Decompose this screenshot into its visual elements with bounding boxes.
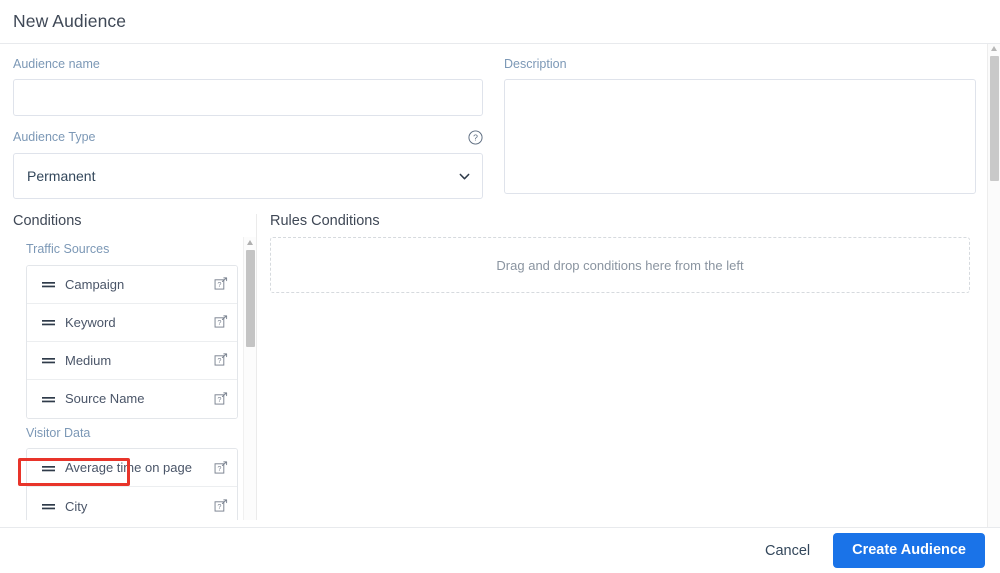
rules-conditions-panel: Rules Conditions Drag and drop condition… xyxy=(270,212,986,521)
drag-handle-icon[interactable] xyxy=(42,355,55,365)
dialog-body: Audience name Audience Type ? Permanent … xyxy=(0,44,1000,527)
condition-group-label: Traffic Sources xyxy=(26,242,110,256)
drag-handle-icon[interactable] xyxy=(42,501,55,511)
rules-dropzone[interactable]: Drag and drop conditions here from the l… xyxy=(270,237,970,293)
audience-type-select[interactable]: Permanent xyxy=(13,152,483,199)
rules-dropzone-text: Drag and drop conditions here from the l… xyxy=(496,257,744,273)
condition-item[interactable]: City? xyxy=(27,487,237,520)
condition-card: Average time on page? City? xyxy=(26,448,238,520)
dialog-footer: Cancel Create Audience xyxy=(0,527,1000,573)
scroll-up-arrow-icon[interactable] xyxy=(991,46,997,51)
condition-item[interactable]: Medium? xyxy=(27,341,237,380)
scrollbar-thumb[interactable] xyxy=(990,56,999,181)
drag-handle-icon[interactable] xyxy=(42,394,55,404)
svg-text:?: ? xyxy=(217,502,221,511)
conditions-area: Conditions Traffic Sources Campaign? Keywo… xyxy=(13,212,986,521)
condition-group-label: Visitor Data xyxy=(26,425,91,440)
description-field-block: Description xyxy=(504,58,976,199)
audience-name-input[interactable] xyxy=(13,78,483,116)
condition-item[interactable]: Keyword? xyxy=(27,303,237,342)
drag-handle-icon[interactable] xyxy=(42,279,55,289)
scrollbar-thumb[interactable] xyxy=(246,250,255,347)
knowledge-base-icon[interactable]: ? xyxy=(214,391,228,406)
knowledge-base-icon[interactable]: ? xyxy=(214,460,228,475)
help-circle-icon[interactable]: ? xyxy=(468,129,483,145)
audience-type-label: Audience Type xyxy=(13,129,96,144)
condition-item[interactable]: Average time on page? xyxy=(27,449,237,487)
conditions-heading: Conditions xyxy=(13,212,82,229)
svg-text:?: ? xyxy=(473,132,478,142)
audience-name-field-block: Audience name xyxy=(13,58,483,116)
condition-group: Visitor Data Average time on page? City? xyxy=(13,421,238,520)
condition-item-label: Source Name xyxy=(65,391,145,406)
condition-item-label: Keyword xyxy=(65,314,116,330)
condition-item-label: Medium xyxy=(65,352,112,368)
audience-type-select-wrapper: Permanent xyxy=(13,152,483,199)
condition-item[interactable]: Source Name? xyxy=(27,379,237,418)
dialog-header: New Audience xyxy=(0,0,1000,44)
condition-card: Campaign? Keyword? Medium? Source Name? xyxy=(26,264,238,419)
new-audience-dialog: New Audience Audience name Audience Type xyxy=(0,0,1000,573)
dialog-body-scrollbar[interactable] xyxy=(987,44,1000,527)
audience-name-label: Audience name xyxy=(13,57,100,71)
create-audience-button[interactable]: Create Audience xyxy=(833,533,985,568)
drag-handle-icon[interactable] xyxy=(42,317,55,327)
audience-type-label-row: Audience Type ? xyxy=(13,129,483,145)
condition-group: Traffic Sources Campaign? Keyword? Medium? S… xyxy=(13,237,238,419)
conditions-list-scroll-region[interactable]: Traffic Sources Campaign? Keyword? Medium? S… xyxy=(13,237,256,520)
condition-item-label: City xyxy=(65,498,88,514)
conditions-panel: Conditions Traffic Sources Campaign? Keywo… xyxy=(13,212,256,520)
knowledge-base-icon[interactable]: ? xyxy=(214,315,228,329)
page-title: New Audience xyxy=(13,11,127,31)
audience-type-field-block: Audience Type ? Permanent xyxy=(13,129,483,199)
description-textarea[interactable] xyxy=(504,78,976,194)
scroll-up-arrow-icon[interactable] xyxy=(247,240,253,245)
dialog-body-inner: Audience name Audience Type ? Permanent … xyxy=(0,44,1000,527)
form-top-row: Audience name Audience Type ? Permanent … xyxy=(13,58,986,199)
knowledge-base-icon[interactable]: ? xyxy=(214,277,228,291)
rules-conditions-heading: Rules Conditions xyxy=(270,212,380,229)
knowledge-base-icon[interactable]: ? xyxy=(214,353,228,367)
svg-text:?: ? xyxy=(217,318,221,327)
drag-handle-icon[interactable] xyxy=(42,463,55,473)
description-label: Description xyxy=(504,57,567,71)
conditions-list-scrollbar[interactable] xyxy=(243,237,256,520)
svg-text:?: ? xyxy=(217,395,221,404)
audience-type-selected-value: Permanent xyxy=(27,167,96,184)
knowledge-base-icon[interactable]: ? xyxy=(214,499,228,513)
svg-text:?: ? xyxy=(217,464,221,473)
cancel-button[interactable]: Cancel xyxy=(763,539,812,563)
svg-text:?: ? xyxy=(217,356,221,365)
conditions-group-list: Traffic Sources Campaign? Keyword? Medium? S… xyxy=(13,237,238,520)
condition-item-label: Campaign xyxy=(65,276,125,292)
svg-text:?: ? xyxy=(217,280,221,289)
form-left-column: Audience name Audience Type ? Permanent xyxy=(13,58,483,199)
pane-divider xyxy=(256,213,257,520)
condition-item[interactable]: Campaign? xyxy=(27,265,237,304)
form-right-column: Description xyxy=(504,58,976,199)
condition-item-label: Average time on page xyxy=(65,460,192,475)
